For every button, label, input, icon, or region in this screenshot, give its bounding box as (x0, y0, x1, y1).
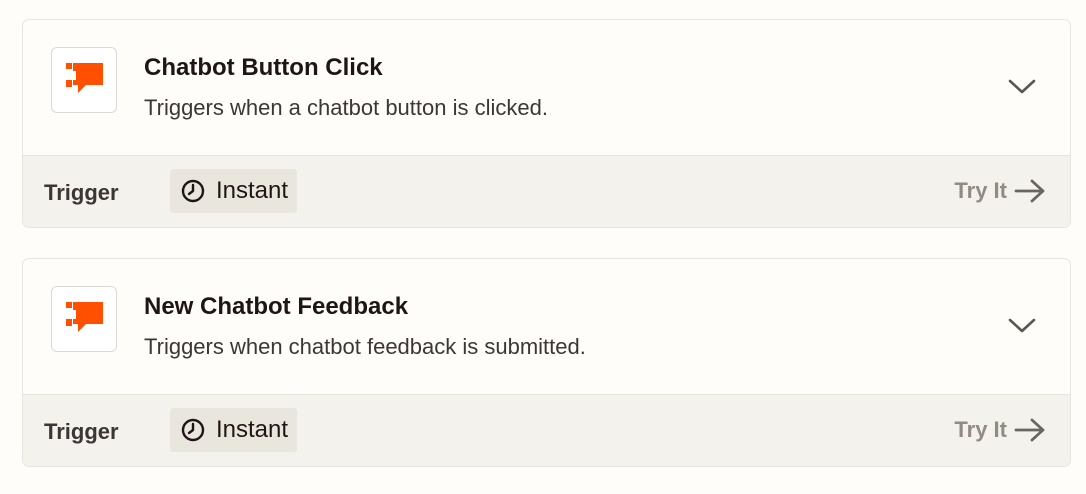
try-it-button[interactable]: Try It (954, 417, 1046, 443)
instant-badge: Instant (170, 408, 298, 452)
clock-icon (181, 418, 205, 442)
card-footer: Trigger Instant Try It (23, 394, 1070, 466)
card-description: Triggers when a chatbot button is clicke… (144, 95, 548, 120)
card-title: New Chatbot Feedback (144, 293, 409, 320)
trigger-card[interactable]: New Chatbot Feedback Triggers when chatb… (22, 258, 1071, 467)
try-it-button[interactable]: Try It (954, 178, 1046, 204)
badge-label: Instant (216, 416, 289, 443)
chatbot-logo-icon (51, 286, 117, 352)
try-it-label: Try It (954, 417, 1007, 442)
card-header[interactable]: Chatbot Button Click Triggers when a cha… (23, 20, 1070, 155)
chatbot-logo-icon (51, 47, 117, 113)
trigger-card[interactable]: Chatbot Button Click Triggers when a cha… (22, 19, 1071, 228)
type-label: Trigger (44, 419, 119, 444)
card-description: Triggers when chatbot feedback is submit… (144, 334, 586, 359)
card-footer: Trigger Instant Try It (23, 155, 1070, 227)
card-title: Chatbot Button Click (144, 54, 383, 81)
chevron-down-icon[interactable] (1007, 313, 1037, 337)
clock-icon (181, 179, 205, 203)
arrow-right-icon (1014, 179, 1045, 203)
try-it-label: Try It (954, 178, 1007, 203)
badge-label: Instant (216, 177, 289, 204)
chevron-down-icon[interactable] (1007, 74, 1037, 98)
type-label: Trigger (44, 180, 119, 205)
arrow-right-icon (1014, 418, 1045, 442)
instant-badge: Instant (170, 169, 298, 213)
card-header[interactable]: New Chatbot Feedback Triggers when chatb… (23, 259, 1070, 394)
